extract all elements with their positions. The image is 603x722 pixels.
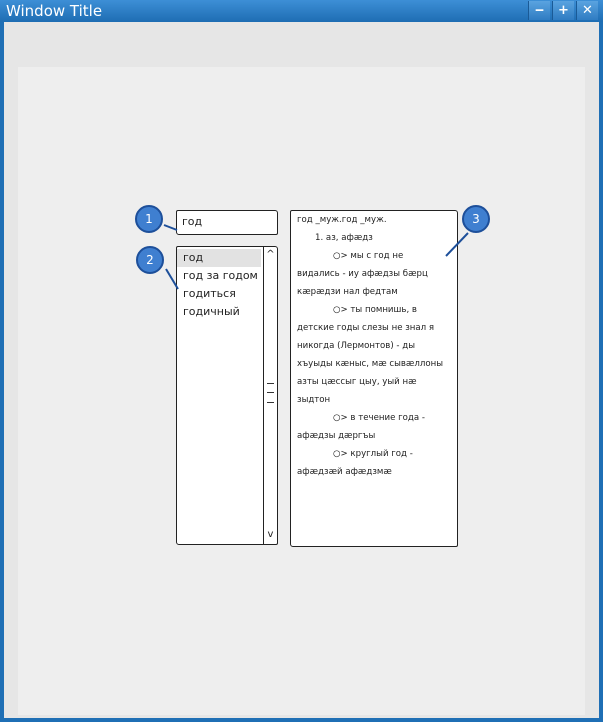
callout-3-badge: 3	[462, 205, 490, 233]
callout-connector-2	[165, 268, 179, 290]
close-icon: ✕	[582, 3, 593, 18]
maximize-button[interactable]: +	[552, 1, 574, 20]
minimize-icon: ‒	[534, 3, 545, 18]
callout-1-badge: 1	[135, 205, 163, 233]
close-button[interactable]: ✕	[576, 1, 598, 20]
callout-connector-1	[163, 224, 178, 231]
title-bar[interactable]: Window Title ‒ + ✕	[0, 0, 603, 22]
callout-connector-3	[445, 232, 469, 257]
window-client-area: год год год за годом годиться годичный ^…	[4, 22, 599, 718]
callout-2-badge: 2	[136, 246, 164, 274]
maximize-icon: +	[558, 3, 569, 18]
window-title: Window Title	[6, 2, 103, 20]
mockup-canvas: год год год за годом годиться годичный ^…	[18, 67, 585, 715]
minimize-button[interactable]: ‒	[528, 1, 550, 20]
callout-connectors	[163, 224, 469, 290]
application-window: Window Title ‒ + ✕ год год год за годом …	[0, 0, 603, 722]
